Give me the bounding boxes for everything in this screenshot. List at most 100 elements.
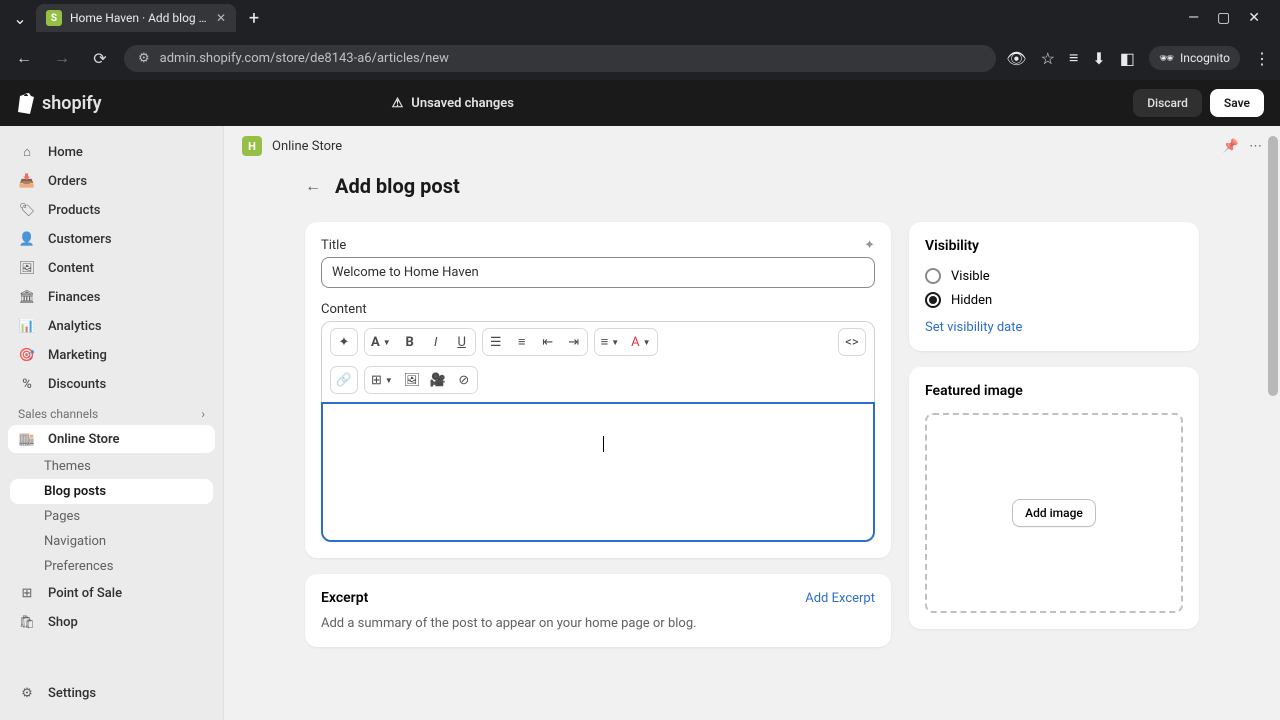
nav-orders[interactable]: 📥Orders [8, 167, 215, 195]
page-title: Add blog post [335, 174, 460, 198]
editor-toolbar-row2: 🔗 ⊞▼ 🖼 🎥 ⊘ [321, 362, 875, 402]
gear-icon: ⚙ [18, 684, 36, 702]
back-arrow[interactable]: ← [305, 176, 321, 196]
excerpt-card: Excerpt Add Excerpt Add a summary of the… [305, 574, 891, 647]
radio-selected-icon [925, 292, 941, 308]
align-dropdown[interactable]: ≡▼ [595, 329, 626, 355]
add-image-button[interactable]: Add image [1012, 499, 1096, 527]
link-icon[interactable]: 🔗 [331, 367, 357, 393]
incognito-icon: 🕶 [1159, 51, 1174, 65]
text-cursor [603, 436, 604, 452]
scrollbar-thumb[interactable] [1268, 136, 1278, 396]
indent-icon[interactable]: ⇥ [561, 329, 587, 355]
visibility-hidden-radio[interactable]: Hidden [925, 292, 1183, 308]
tab-search-dropdown[interactable]: ⌄ [8, 6, 32, 30]
playlist-icon[interactable]: ≡ [1069, 48, 1078, 68]
reload-button[interactable]: ⟳ [86, 44, 114, 72]
back-button[interactable]: ← [10, 44, 38, 72]
subnav-navigation[interactable]: Navigation [8, 529, 215, 554]
editor-toolbar: ✦ A▼ B I U ☰ ≡ ⇤ ⇥ [321, 321, 875, 362]
paragraph-style-dropdown[interactable]: A▼ [365, 329, 397, 355]
underline-icon[interactable]: U [449, 329, 475, 355]
brand-text: shopify [42, 93, 102, 114]
nav-analytics[interactable]: 📊Analytics [8, 312, 215, 340]
nav-marketing[interactable]: 🎯Marketing [8, 341, 215, 369]
nav-settings[interactable]: ⚙Settings [8, 679, 215, 707]
more-icon[interactable]: ⋯ [1249, 139, 1262, 154]
visibility-heading: Visibility [925, 238, 1183, 254]
clear-format-icon[interactable]: ⊘ [451, 367, 477, 393]
content-card: Title ✦ Content ✦ A▼ B I U [305, 222, 891, 558]
nav-shop[interactable]: 🛍Shop [8, 608, 215, 636]
minimize-icon[interactable]: — [1188, 10, 1199, 26]
featured-image-heading: Featured image [925, 383, 1183, 399]
nav-products[interactable]: 🏷Products [8, 196, 215, 224]
save-button[interactable]: Save [1210, 89, 1264, 117]
radio-unselected-icon [925, 268, 941, 284]
nav-online-store[interactable]: 🏬Online Store [8, 425, 215, 453]
title-input[interactable] [321, 257, 875, 288]
shopify-logo[interactable]: shopify [16, 92, 102, 114]
nav-home[interactable]: ⌂Home [8, 138, 215, 166]
downloads-icon[interactable]: ⬇ [1092, 49, 1105, 68]
sidebar-toggle-icon[interactable]: ◧ [1120, 49, 1135, 68]
featured-image-dropzone[interactable]: Add image [925, 413, 1183, 613]
subnav-preferences[interactable]: Preferences [8, 554, 215, 579]
tab-title: Home Haven · Add blog post · [70, 11, 208, 25]
nav-point-of-sale[interactable]: ⊞Point of Sale [8, 579, 215, 607]
unsaved-changes-banner: ⚠ Unsaved changes [392, 96, 514, 111]
table-dropdown[interactable]: ⊞▼ [365, 367, 399, 393]
video-icon[interactable]: 🎥 [425, 367, 451, 393]
incognito-badge[interactable]: 🕶 Incognito [1149, 46, 1240, 70]
html-view-icon[interactable]: <> [839, 329, 865, 355]
bold-icon[interactable]: B [397, 329, 423, 355]
close-tab-icon[interactable]: ✕ [216, 11, 226, 25]
close-window-icon[interactable]: ✕ [1248, 10, 1260, 26]
subnav-pages[interactable]: Pages [8, 504, 215, 529]
bullet-list-icon[interactable]: ☰ [483, 329, 509, 355]
sales-channels-section[interactable]: Sales channels › [8, 399, 215, 425]
chevron-right-icon: › [201, 407, 205, 421]
nav-finances[interactable]: 🏛Finances [8, 283, 215, 311]
browser-menu-icon[interactable]: ⋮ [1254, 49, 1270, 68]
italic-icon[interactable]: I [423, 329, 449, 355]
pin-icon[interactable]: 📌 [1223, 139, 1239, 154]
sparkle-icon[interactable]: ✦ [864, 238, 875, 253]
address-bar: ← → ⟳ ⚙ admin.shopify.com/store/de8143-a… [0, 36, 1280, 80]
url-box[interactable]: ⚙ admin.shopify.com/store/de8143-a6/arti… [124, 45, 996, 72]
discard-button[interactable]: Discard [1133, 89, 1202, 117]
window-controls: — ▢ ✕ [1188, 10, 1272, 26]
scrollbar[interactable] [1268, 126, 1278, 720]
add-excerpt-link[interactable]: Add Excerpt [805, 591, 875, 606]
store-icon: 🏬 [18, 430, 36, 448]
main-content: H Online Store 📌 ⋯ ← Add blog post Title… [224, 126, 1280, 720]
discounts-icon: % [18, 375, 36, 393]
subnav-blog-posts[interactable]: Blog posts [10, 479, 213, 504]
subnav-themes[interactable]: Themes [8, 454, 215, 479]
nav-customers[interactable]: 👤Customers [8, 225, 215, 253]
browser-tab[interactable]: S Home Haven · Add blog post · ✕ [36, 4, 236, 32]
image-icon[interactable]: 🖼 [399, 367, 425, 393]
content-icon: 🖼 [18, 259, 36, 277]
ai-assist-icon[interactable]: ✦ [331, 329, 357, 355]
new-tab-button[interactable]: + [240, 4, 268, 32]
nav-discounts[interactable]: %Discounts [8, 370, 215, 398]
set-visibility-date-link[interactable]: Set visibility date [925, 320, 1183, 335]
color-dropdown[interactable]: A▼ [625, 329, 656, 355]
orders-icon: 📥 [18, 172, 36, 190]
forward-button[interactable]: → [48, 44, 76, 72]
maximize-icon[interactable]: ▢ [1217, 10, 1230, 26]
shopify-favicon: S [46, 10, 62, 26]
nav-content[interactable]: 🖼Content [8, 254, 215, 282]
outdent-icon[interactable]: ⇤ [535, 329, 561, 355]
site-info-icon[interactable]: ⚙ [138, 51, 150, 66]
channel-name: Online Store [272, 139, 342, 154]
eye-off-icon[interactable]: 👁 [1006, 49, 1026, 68]
app-body: ⌂Home 📥Orders 🏷Products 👤Customers 🖼Cont… [0, 126, 1280, 720]
content-editor[interactable] [321, 402, 875, 542]
visibility-visible-radio[interactable]: Visible [925, 268, 1183, 284]
number-list-icon[interactable]: ≡ [509, 329, 535, 355]
products-icon: 🏷 [18, 201, 36, 219]
visibility-card: Visibility Visible Hidden Set visibility… [909, 222, 1199, 351]
bookmark-icon[interactable]: ☆ [1041, 49, 1055, 68]
